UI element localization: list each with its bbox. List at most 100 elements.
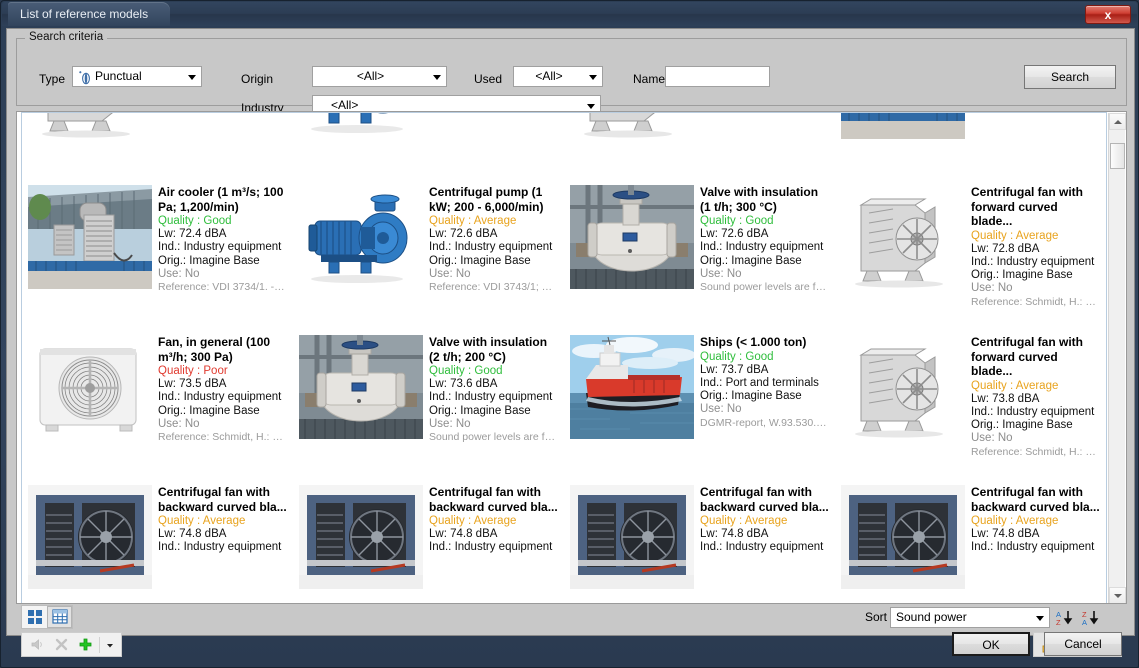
result-card[interactable]: Centrifugal fan with backward curved bla… bbox=[564, 475, 835, 603]
result-quality: Quality : Average bbox=[971, 229, 1059, 242]
result-origin: Orig.: Imagine Base bbox=[700, 254, 802, 267]
svg-text:A: A bbox=[1082, 618, 1087, 627]
centrifugal-fan-backward-image bbox=[28, 485, 152, 589]
centrifugal-fan-forward-image bbox=[841, 185, 965, 289]
result-details: Centrifugal fan with forward curved blad… bbox=[971, 185, 1100, 325]
result-title: Centrifugal fan with backward curved bla… bbox=[971, 485, 1100, 514]
result-row: Ind.: Industry equipmentOrig.: Imagine B… bbox=[22, 113, 1106, 175]
result-reference: Reference: Schmidt, H.: Schal... bbox=[971, 445, 1100, 458]
result-thumbnail bbox=[841, 335, 965, 439]
results-cards: Ind.: Industry equipment Orig.: Imagine B… bbox=[22, 113, 1106, 603]
result-card[interactable]: Ind.: Industry equipmentOrig.: Imagine B… bbox=[564, 113, 835, 175]
result-details: Valve with insulation (2 t/h; 200 °C) Qua… bbox=[429, 335, 558, 475]
result-card[interactable]: Valve with insulation (2 t/h; 200 °C) Qua… bbox=[293, 325, 564, 475]
result-card[interactable]: Centrifugal fan with forward curved blad… bbox=[835, 175, 1106, 325]
result-card[interactable]: Centrifugal fan with backward curved bla… bbox=[22, 475, 293, 603]
result-quality: Quality : Average bbox=[971, 379, 1059, 392]
result-card[interactable]: Ind.: Industry equipmentOrig.: Imagine B… bbox=[22, 113, 293, 175]
result-card[interactable]: Ships (< 1.000 ton) Quality : Good Lw: 73.… bbox=[564, 325, 835, 475]
result-industry: Ind.: Industry equipment bbox=[429, 241, 553, 254]
result-details: Centrifugal fan with forward curved blad… bbox=[971, 335, 1100, 475]
used-select[interactable]: <All> bbox=[513, 66, 603, 87]
result-details: Ind.: Industry equipmentOrig.: Imagine B… bbox=[158, 113, 287, 175]
result-origin: Orig.: Imagine Base bbox=[158, 254, 260, 267]
results-list-panel: Ind.: Industry equipment Orig.: Imagine B… bbox=[16, 111, 1127, 604]
centrifugal-fan-forward-image bbox=[28, 113, 152, 139]
delete-button[interactable] bbox=[49, 634, 73, 655]
close-button[interactable]: x bbox=[1085, 5, 1131, 24]
result-card[interactable]: Centrifugal fan with forward curved blad… bbox=[835, 325, 1106, 475]
result-industry: Ind.: Industry equipment bbox=[158, 541, 282, 554]
delete-icon bbox=[55, 638, 67, 651]
centrifugal-pump-image bbox=[299, 113, 423, 139]
result-row: Fan, in general (100 m³/h; 300 Pa) Qualit… bbox=[22, 325, 1106, 475]
result-card[interactable]: Fan, in general (100 m³/h; 300 Pa) Qualit… bbox=[22, 325, 293, 475]
result-card[interactable]: Centrifugal pump (1 kW; 200 - 6,000/min)… bbox=[293, 175, 564, 325]
result-quality: Quality : Average bbox=[429, 515, 517, 527]
result-card[interactable]: Valve with insulation (1 t/h; 300 °C) Qua… bbox=[564, 175, 835, 325]
result-thumbnail bbox=[299, 185, 423, 289]
used-label: Used bbox=[474, 72, 503, 86]
chevron-down-icon bbox=[587, 103, 595, 109]
add-button[interactable] bbox=[73, 634, 97, 655]
result-thumbnail bbox=[841, 113, 965, 139]
result-sound-power: Lw: 73.5 dBA bbox=[158, 378, 227, 391]
client-area: Search criteria Type Punctual Origin <Al… bbox=[6, 28, 1135, 657]
result-details: Centrifugal fan with backward curved bla… bbox=[158, 485, 287, 603]
result-card[interactable]: Ind.: Industry equipmentOrig.: Imagine B… bbox=[293, 113, 564, 175]
ok-button[interactable]: OK bbox=[952, 632, 1030, 656]
result-reference: Reference: Schmidt, H.: Schal... bbox=[158, 431, 287, 444]
sort-ascending-button[interactable]: A Z bbox=[1055, 607, 1077, 628]
chevron-down-icon bbox=[589, 74, 597, 80]
result-thumbnail bbox=[570, 113, 694, 139]
origin-value: <All> bbox=[356, 69, 385, 83]
result-thumbnail bbox=[28, 113, 152, 139]
triangle-up-icon bbox=[1113, 119, 1122, 124]
table-view-button[interactable] bbox=[47, 606, 72, 628]
result-title: Centrifugal fan with forward curved blad… bbox=[971, 335, 1083, 378]
sort-descending-button[interactable]: Z A bbox=[1081, 607, 1103, 628]
sort-select[interactable]: Sound power bbox=[890, 607, 1050, 628]
name-input[interactable] bbox=[665, 66, 770, 87]
result-origin: Orig.: Imagine Base bbox=[971, 419, 1073, 432]
result-details: Centrifugal fan with backward curved bla… bbox=[700, 485, 829, 603]
result-title: Valve with insulation (2 t/h; 200 °C) bbox=[429, 335, 548, 364]
result-card[interactable]: Centrifugal fan with backward curved bla… bbox=[293, 475, 564, 603]
triangle-down-icon bbox=[1113, 593, 1122, 598]
origin-select[interactable]: <All> bbox=[312, 66, 447, 87]
more-actions-button[interactable] bbox=[102, 634, 118, 655]
result-details: Centrifugal fan with backward curved bla… bbox=[429, 485, 558, 603]
search-button[interactable]: Search bbox=[1024, 65, 1116, 89]
result-card[interactable]: Centrifugal fan with backward curved bla… bbox=[835, 475, 1106, 603]
grid-view-button[interactable] bbox=[22, 606, 47, 628]
item-action-toolbar bbox=[21, 632, 122, 657]
result-thumbnail bbox=[28, 335, 152, 439]
result-thumbnail bbox=[570, 185, 694, 289]
used-value: <All> bbox=[535, 69, 563, 83]
result-title: Valve with insulation (1 t/h; 300 °C) bbox=[700, 185, 819, 214]
result-thumbnail bbox=[570, 485, 694, 589]
centrifugal-fan-backward-image bbox=[841, 485, 965, 589]
type-select[interactable]: Punctual bbox=[72, 66, 202, 87]
result-card[interactable]: Air cooler (1 m³/s; 100 Pa; 1,200/min) Qu… bbox=[22, 175, 293, 325]
result-row: Centrifugal fan with backward curved bla… bbox=[22, 475, 1106, 603]
results-vertical-scrollbar[interactable] bbox=[1108, 113, 1126, 603]
result-details: Ind.: Industry equipmentOrig.: Imagine B… bbox=[971, 113, 1100, 175]
sort-ascending-icon: A Z bbox=[1056, 610, 1073, 627]
result-origin: Orig.: Imagine Base bbox=[971, 269, 1073, 282]
result-details: Ships (< 1.000 ton) Quality : Good Lw: 73.… bbox=[700, 335, 829, 475]
result-details: Fan, in general (100 m³/h; 300 Pa) Qualit… bbox=[158, 335, 287, 475]
result-used: Use: No bbox=[700, 267, 742, 280]
svg-text:Z: Z bbox=[1056, 618, 1061, 627]
cancel-button[interactable]: Cancel bbox=[1044, 632, 1122, 656]
scroll-down-button[interactable] bbox=[1109, 587, 1126, 603]
scroll-up-button[interactable] bbox=[1109, 113, 1126, 130]
scrollbar-thumb[interactable] bbox=[1110, 143, 1125, 169]
result-sound-power: Lw: 72.6 dBA bbox=[429, 228, 498, 241]
result-title: Fan, in general (100 m³/h; 300 Pa) bbox=[158, 335, 271, 364]
sound-preview-button[interactable] bbox=[25, 634, 49, 655]
result-card[interactable]: Ind.: Industry equipmentOrig.: Imagine B… bbox=[835, 113, 1106, 175]
sound-preview-icon bbox=[31, 639, 42, 650]
result-thumbnail bbox=[841, 485, 965, 589]
result-used: Use: No bbox=[158, 267, 200, 280]
